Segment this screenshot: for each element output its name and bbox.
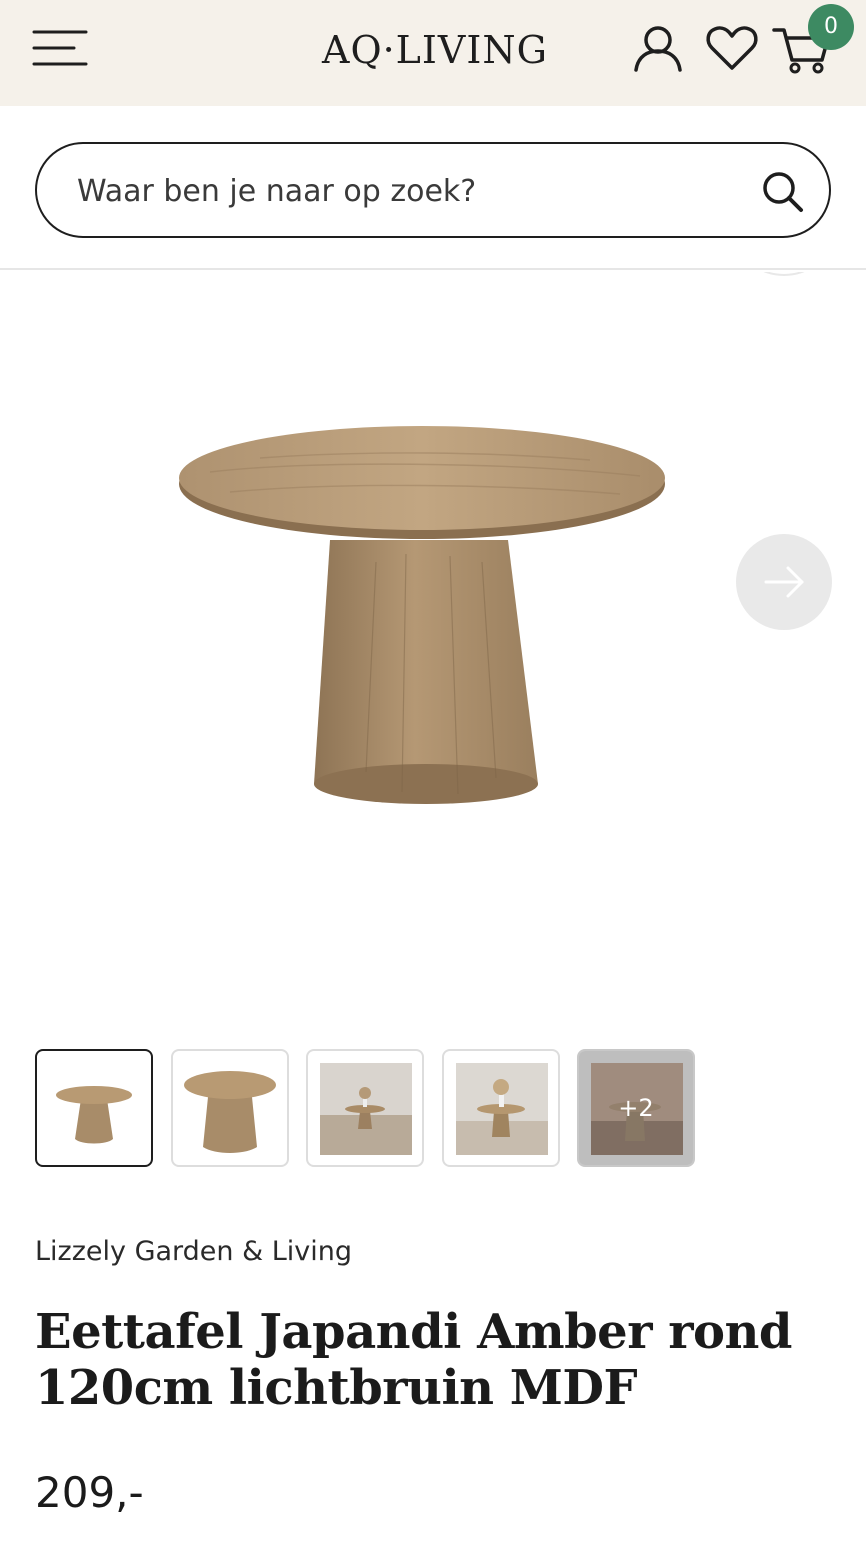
account-button[interactable] bbox=[628, 20, 684, 76]
product-main-image[interactable] bbox=[170, 422, 680, 812]
search-input[interactable] bbox=[77, 166, 737, 216]
product-gallery[interactable] bbox=[0, 272, 866, 1028]
menu-icon bbox=[32, 30, 88, 66]
previous-image-button[interactable] bbox=[738, 272, 830, 276]
product-title: Eettafel Japandi Amber rond 120cm lichtb… bbox=[35, 1304, 792, 1416]
thumbnail-1[interactable] bbox=[35, 1049, 153, 1167]
thumbnail-table-closeup-image bbox=[184, 1071, 276, 1153]
search-icon bbox=[763, 172, 803, 212]
heart-icon bbox=[706, 26, 758, 70]
cart-count-badge: 0 bbox=[808, 4, 854, 50]
wishlist-button[interactable] bbox=[704, 20, 760, 76]
site-logo[interactable]: AQ·LIVING bbox=[290, 22, 580, 78]
thumbnail-room-image bbox=[456, 1063, 548, 1155]
thumbnail-strip: +2 bbox=[35, 1049, 735, 1167]
menu-button[interactable] bbox=[30, 26, 90, 70]
thumbnail-5[interactable]: +2 bbox=[577, 1049, 695, 1167]
thumbnail-3[interactable] bbox=[306, 1049, 424, 1167]
account-icon bbox=[634, 26, 682, 72]
site-header: AQ·LIVING 0 bbox=[0, 0, 866, 106]
thumbnail-2[interactable] bbox=[171, 1049, 289, 1167]
product-price: 209,- bbox=[35, 1468, 144, 1517]
thumbnail-room-image bbox=[320, 1063, 412, 1155]
thumbnail-4[interactable] bbox=[442, 1049, 560, 1167]
next-image-button[interactable] bbox=[736, 534, 832, 630]
search-bar-section bbox=[0, 106, 866, 270]
arrow-right-icon bbox=[764, 566, 804, 598]
more-images-overlay: +2 bbox=[579, 1051, 693, 1165]
search-box bbox=[35, 142, 831, 238]
search-button[interactable] bbox=[753, 162, 813, 222]
thumbnail-table-image bbox=[56, 1086, 132, 1144]
product-brand[interactable]: Lizzely Garden & Living bbox=[35, 1236, 352, 1267]
